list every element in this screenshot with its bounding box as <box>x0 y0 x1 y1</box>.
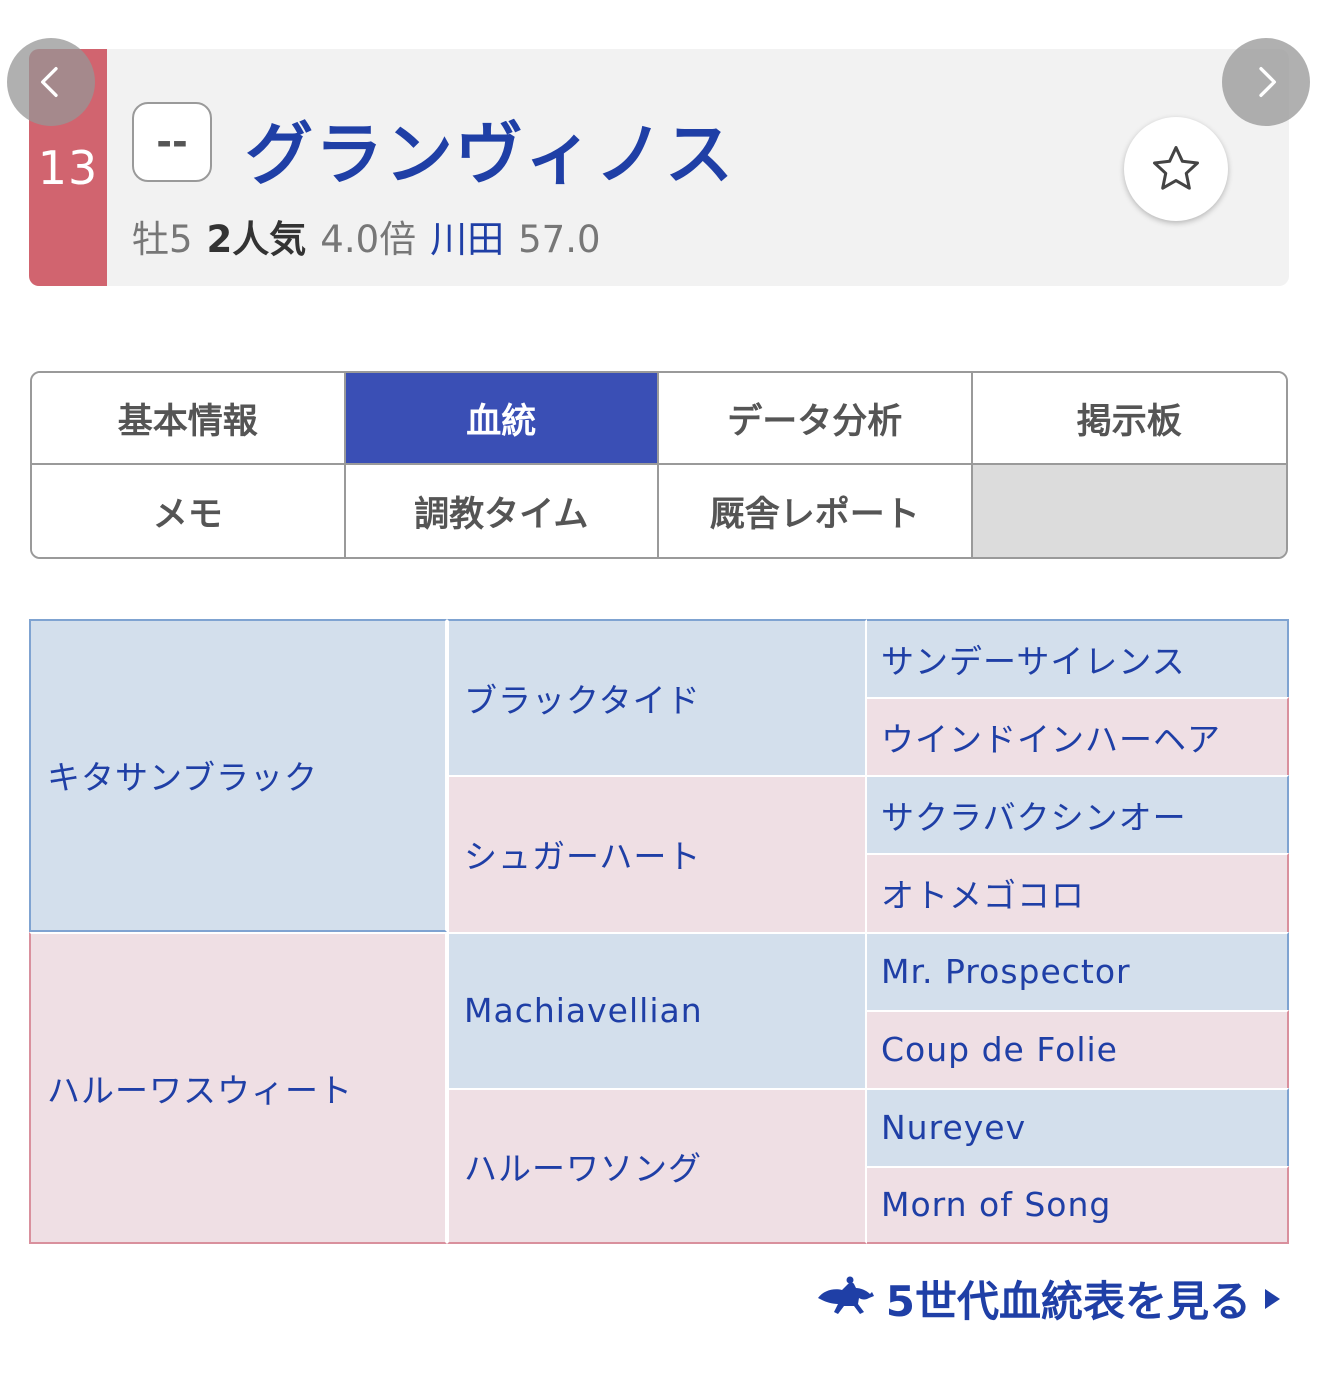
tab-training-time[interactable]: 調教タイム <box>345 465 659 557</box>
sex-age: 牡5 <box>132 218 193 261</box>
tab-bulletin-board[interactable]: 掲示板 <box>972 373 1286 465</box>
horse-name: グランヴィノス <box>245 116 736 195</box>
pedigree-dam[interactable]: ハルーワスウィート <box>29 931 447 1244</box>
pedigree-table: キタサンブラック ハルーワスウィート ブラックタイド シュガーハート Machi… <box>29 619 1289 1244</box>
tab-data-analysis[interactable]: データ分析 <box>659 373 973 465</box>
tab-basic-info[interactable]: 基本情報 <box>32 373 346 465</box>
next-horse-button[interactable] <box>1222 38 1310 126</box>
post-number: 13 <box>37 141 99 195</box>
pedigree-ddd[interactable]: Morn of Song <box>867 1165 1289 1244</box>
prediction-mark-button[interactable]: -- <box>132 102 212 182</box>
chevron-right-icon <box>1259 67 1276 98</box>
carried-weight: 57.0 <box>518 218 601 261</box>
jockey-link[interactable]: 川田 <box>430 218 504 261</box>
previous-horse-button[interactable] <box>7 38 95 126</box>
chevron-left-icon <box>41 67 58 98</box>
horse-tabs: 基本情報 血統 データ分析 掲示板 メモ 調教タイム 厩舎レポート <box>30 371 1288 559</box>
pedigree-sss[interactable]: サンデーサイレンス <box>867 619 1289 698</box>
tab-memo[interactable]: メモ <box>32 465 346 557</box>
popularity: 2人気 <box>206 218 307 261</box>
pedigree-ssd[interactable]: ウインドインハーヘア <box>867 697 1289 776</box>
pedigree-dss[interactable]: Mr. Prospector <box>867 931 1289 1010</box>
odds: 4.0倍 <box>320 218 417 261</box>
tab-empty <box>972 465 1286 557</box>
horse-rider-icon <box>817 1276 874 1314</box>
favorite-button[interactable] <box>1124 117 1228 221</box>
star-outline-icon <box>1153 146 1199 190</box>
pedigree-sire[interactable]: キタサンブラック <box>29 619 447 932</box>
triangle-right-icon <box>1265 1288 1280 1309</box>
pedigree-sdd[interactable]: オトメゴコロ <box>867 853 1289 932</box>
horse-header-card: 13 -- グランヴィノス 牡5 2人気 4.0倍 川田 57.0 <box>29 49 1289 286</box>
pedigree-sire-dam[interactable]: シュガーハート <box>447 775 867 932</box>
pedigree-sire-sire[interactable]: ブラックタイド <box>447 619 867 776</box>
five-generation-pedigree-link[interactable]: 5世代血統表を見る <box>814 1268 1283 1329</box>
five-generation-label[interactable]: 5世代血統表を見る <box>886 1268 1251 1329</box>
pedigree-dam-sire[interactable]: Machiavellian <box>447 931 867 1088</box>
tab-stable-report[interactable]: 厩舎レポート <box>659 465 973 557</box>
tab-pedigree[interactable]: 血統 <box>345 373 659 465</box>
pedigree-dsd[interactable]: Coup de Folie <box>867 1009 1289 1088</box>
pedigree-dds[interactable]: Nureyev <box>867 1087 1289 1166</box>
pedigree-sds[interactable]: サクラバクシンオー <box>867 775 1289 854</box>
pedigree-dam-dam[interactable]: ハルーワソング <box>447 1087 867 1244</box>
horse-info-line: 牡5 2人気 4.0倍 川田 57.0 <box>132 209 615 263</box>
